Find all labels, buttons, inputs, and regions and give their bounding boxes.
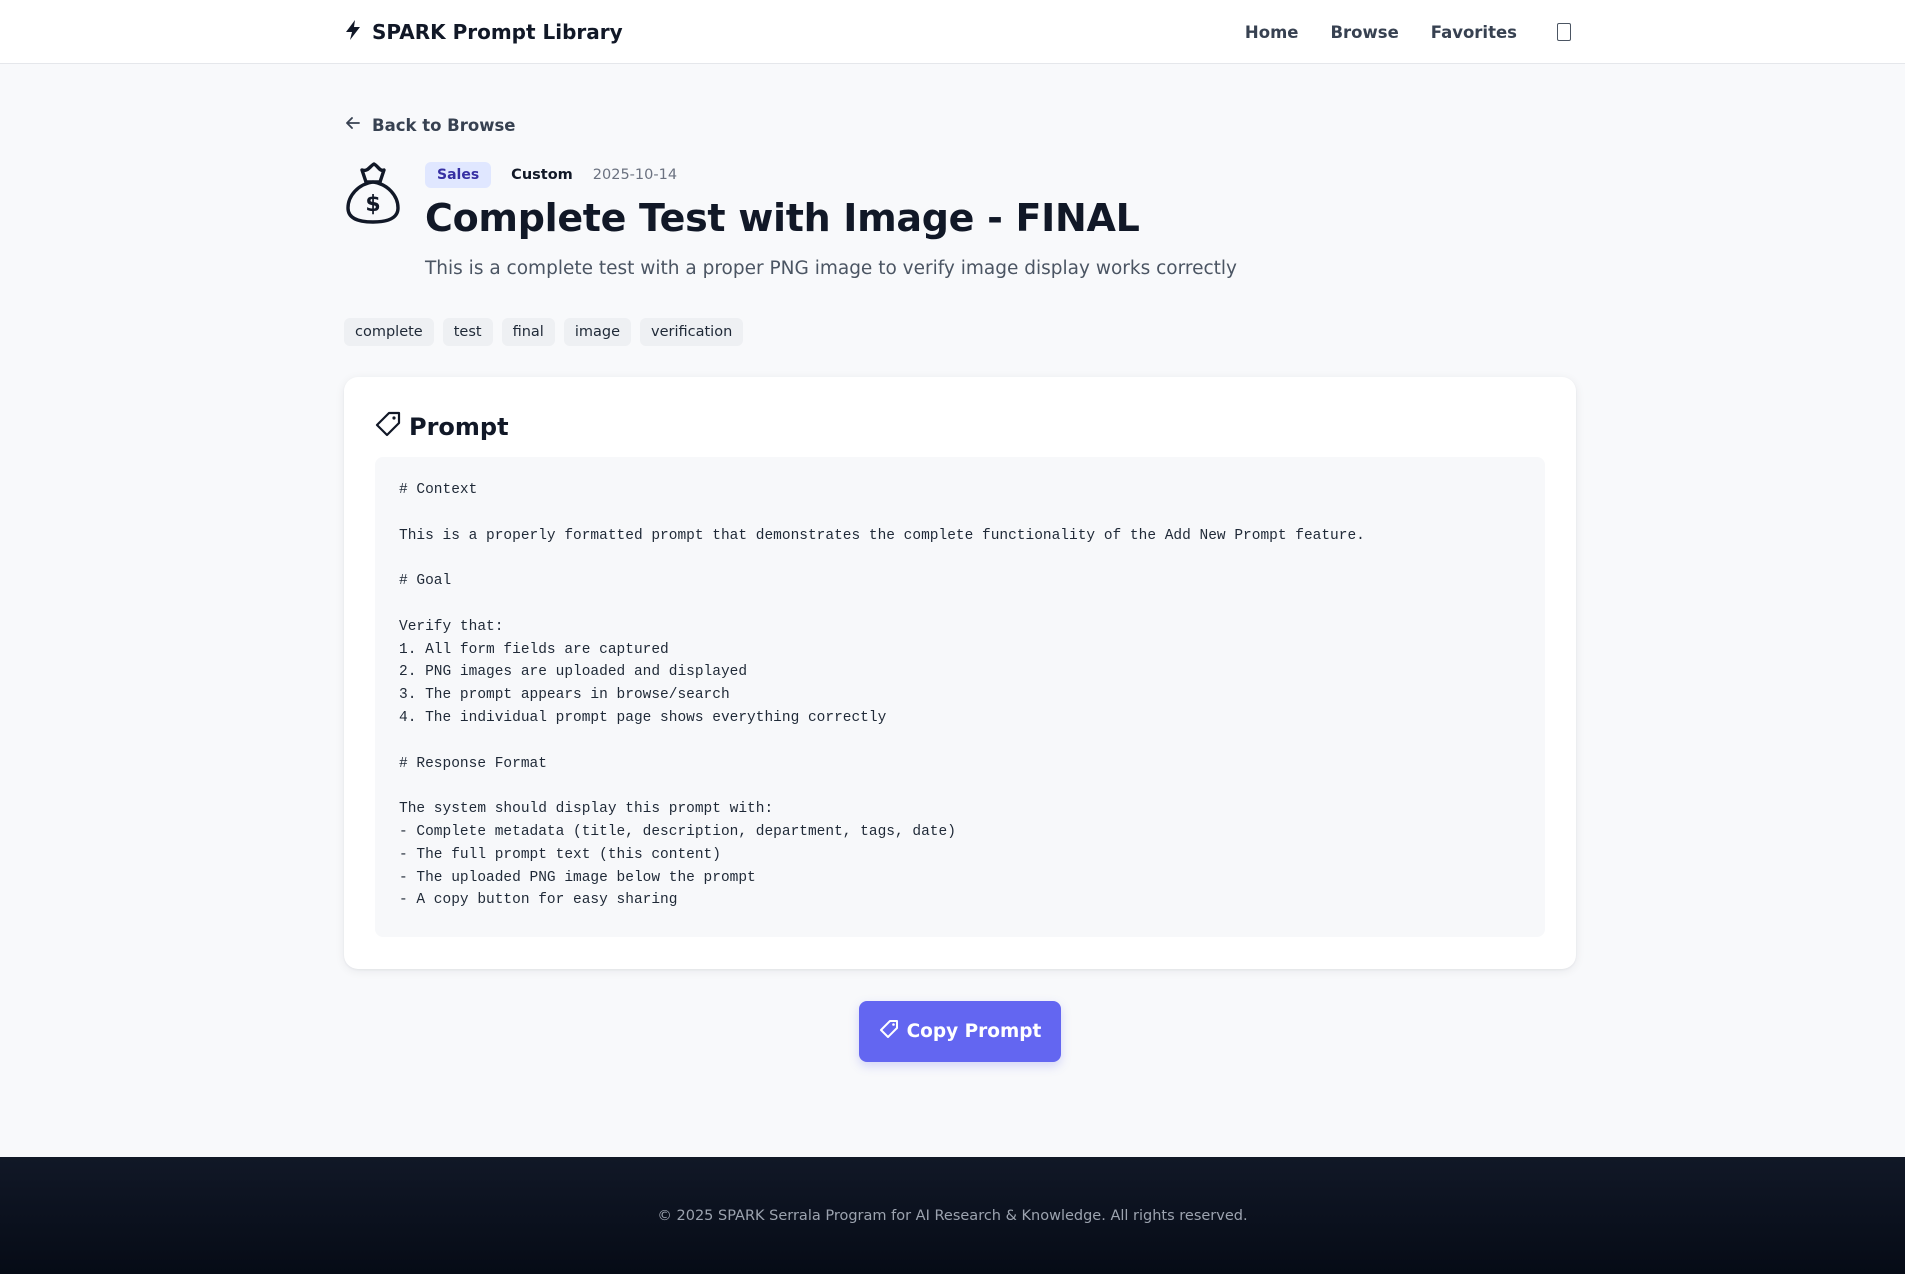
- prompt-section-title: Prompt: [409, 413, 509, 441]
- money-bag-icon: $: [344, 160, 402, 226]
- tag-icon: [879, 1019, 899, 1044]
- brand-name: SPARK Prompt Library: [372, 20, 623, 44]
- page-footer: © 2025 SPARK Serrala Program for AI Rese…: [0, 1157, 1905, 1274]
- type-badge: Custom: [511, 167, 573, 183]
- page-title: Complete Test with Image - FINAL: [425, 196, 1140, 240]
- svg-text:$: $: [365, 192, 380, 217]
- back-label: Back to Browse: [372, 115, 516, 135]
- prompt-line: - The full prompt text (this content): [399, 846, 721, 863]
- back-to-browse-link[interactable]: Back to Browse: [344, 112, 515, 138]
- footer-copyright: © 2025 SPARK Serrala Program for AI Rese…: [657, 1207, 1248, 1224]
- tag-chip[interactable]: verification: [640, 318, 744, 346]
- prompt-line: [399, 775, 1521, 798]
- prompt-line: - Complete metadata (title, description,…: [399, 823, 956, 840]
- theme-toggle-icon[interactable]: [1557, 23, 1571, 41]
- arrow-left-icon: [344, 114, 362, 136]
- prompt-line: - A copy button for easy sharing: [399, 892, 678, 909]
- main-nav: Home Browse Favorites: [1245, 18, 1571, 46]
- prompt-line: 3. The prompt appears in browse/search: [399, 687, 730, 704]
- prompt-section-header: Prompt: [375, 411, 509, 443]
- prompt-line: # Context: [399, 482, 478, 498]
- prompt-line: [399, 730, 1521, 753]
- brand-link[interactable]: SPARK Prompt Library: [344, 18, 623, 46]
- tag-chip[interactable]: complete: [344, 318, 434, 346]
- nav-browse-link[interactable]: Browse: [1330, 23, 1398, 42]
- nav-favorites-link[interactable]: Favorites: [1431, 23, 1517, 42]
- prompt-line: 1. All form fields are captured: [399, 641, 669, 658]
- tag-list: complete test final image verification: [344, 318, 744, 346]
- tag-icon: [375, 411, 401, 443]
- prompt-line: - The uploaded PNG image below the promp…: [399, 869, 756, 886]
- tag-chip[interactable]: test: [442, 318, 493, 346]
- lightning-icon: [344, 19, 362, 46]
- prompt-line: 2. PNG images are uploaded and displayed: [399, 664, 748, 681]
- top-navbar: SPARK Prompt Library Home Browse Favorit…: [0, 0, 1905, 64]
- prompt-card: Prompt # Context This is a properly form…: [344, 377, 1576, 969]
- prompt-line: 4. The individual prompt page shows ever…: [399, 709, 887, 726]
- prompt-line: The system should display this prompt wi…: [399, 801, 774, 818]
- prompt-line: This is a properly formatted prompt that…: [399, 527, 1365, 544]
- copy-prompt-button[interactable]: Copy Prompt: [859, 1001, 1061, 1062]
- prompt-line: # Response Format: [399, 755, 547, 772]
- prompt-line: # Goal: [399, 573, 452, 590]
- tag-chip[interactable]: final: [501, 318, 555, 346]
- department-badge: Sales: [425, 162, 492, 188]
- nav-home-link[interactable]: Home: [1245, 23, 1299, 42]
- prompt-line: [399, 502, 1521, 525]
- prompt-line: Verify that:: [399, 618, 504, 635]
- copy-prompt-label: Copy Prompt: [906, 1021, 1042, 1042]
- prompt-line: [399, 547, 1521, 570]
- prompt-meta: Sales Custom 2025-10-14: [425, 161, 677, 189]
- prompt-text-block[interactable]: # Context This is a properly formatted p…: [375, 457, 1545, 937]
- tag-chip[interactable]: image: [563, 318, 632, 346]
- prompt-line: [399, 593, 1521, 616]
- prompt-description: This is a complete test with a proper PN…: [425, 258, 1237, 279]
- prompt-date: 2025-10-14: [592, 167, 678, 183]
